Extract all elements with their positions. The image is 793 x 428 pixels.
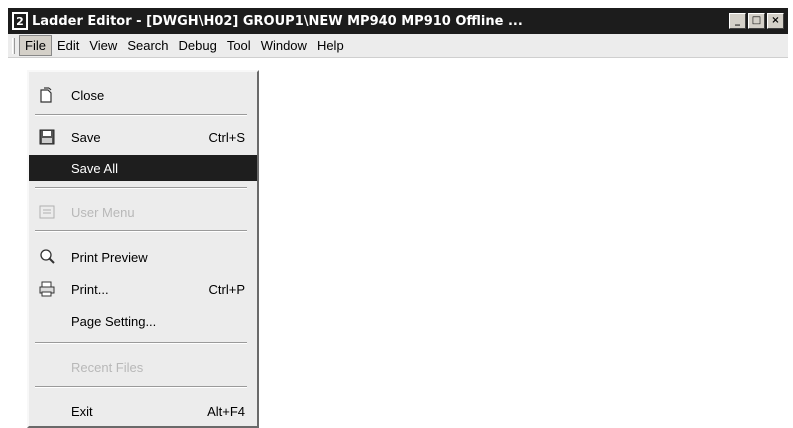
menu-item-print[interactable]: Print... Ctrl+P xyxy=(29,276,257,302)
menu-item-label: User Menu xyxy=(71,204,135,220)
menu-separator xyxy=(35,230,247,232)
menu-item-label: Save All xyxy=(71,160,118,176)
window-title: Ladder Editor - [DWGH\H02] GROUP1\NEW MP… xyxy=(32,13,523,29)
menu-view[interactable]: View xyxy=(84,36,122,55)
maximize-button[interactable]: □ xyxy=(748,13,765,29)
menu-item-label: Exit xyxy=(71,403,93,419)
floppy-icon xyxy=(37,127,57,147)
menu-item-save[interactable]: Save Ctrl+S xyxy=(29,124,257,150)
menu-item-save-all[interactable]: Save All xyxy=(29,155,257,181)
close-button[interactable]: × xyxy=(767,13,784,29)
shortcut-label: Ctrl+S xyxy=(208,129,245,145)
menu-item-label: Recent Files xyxy=(71,359,144,375)
menu-search[interactable]: Search xyxy=(122,36,173,55)
menu-tool[interactable]: Tool xyxy=(222,36,256,55)
menubar-grip[interactable] xyxy=(12,37,15,54)
print-preview-icon xyxy=(37,247,57,267)
menu-item-user-menu: User Menu xyxy=(29,199,257,225)
title-bar: 2 Ladder Editor - [DWGH\H02] GROUP1\NEW … xyxy=(8,8,788,34)
menu-separator xyxy=(35,114,247,116)
menu-item-page-setting[interactable]: Page Setting... xyxy=(29,308,257,334)
menu-item-print-preview[interactable]: Print Preview xyxy=(29,244,257,270)
menu-edit[interactable]: Edit xyxy=(52,36,84,55)
menu-item-label: Print Preview xyxy=(71,249,148,265)
menu-item-close[interactable]: Close xyxy=(29,82,257,108)
user-menu-icon xyxy=(37,202,57,222)
menu-item-label: Save xyxy=(71,129,101,145)
menu-debug[interactable]: Debug xyxy=(174,36,222,55)
menu-item-exit[interactable]: Exit Alt+F4 xyxy=(29,398,257,424)
menu-file[interactable]: File xyxy=(19,35,52,56)
file-menu-dropdown: Close Save Ctrl+S Save All User Menu Pri… xyxy=(27,70,259,428)
shortcut-label: Alt+F4 xyxy=(207,403,245,419)
menu-window[interactable]: Window xyxy=(256,36,312,55)
menu-item-label: Print... xyxy=(71,281,109,297)
menu-separator xyxy=(35,386,247,388)
shortcut-label: Ctrl+P xyxy=(208,281,245,297)
menu-item-label: Close xyxy=(71,87,105,103)
close-file-icon xyxy=(37,85,57,105)
menu-separator xyxy=(35,342,247,344)
menu-help[interactable]: Help xyxy=(312,36,349,55)
menu-item-recent-files: Recent Files xyxy=(29,354,257,380)
minimize-button[interactable]: _ xyxy=(729,13,746,29)
app-icon[interactable]: 2 xyxy=(12,12,28,30)
printer-icon xyxy=(37,279,57,299)
menu-item-label: Page Setting... xyxy=(71,313,157,329)
menu-separator xyxy=(35,187,247,189)
menu-bar: File Edit View Search Debug Tool Window … xyxy=(8,34,788,58)
